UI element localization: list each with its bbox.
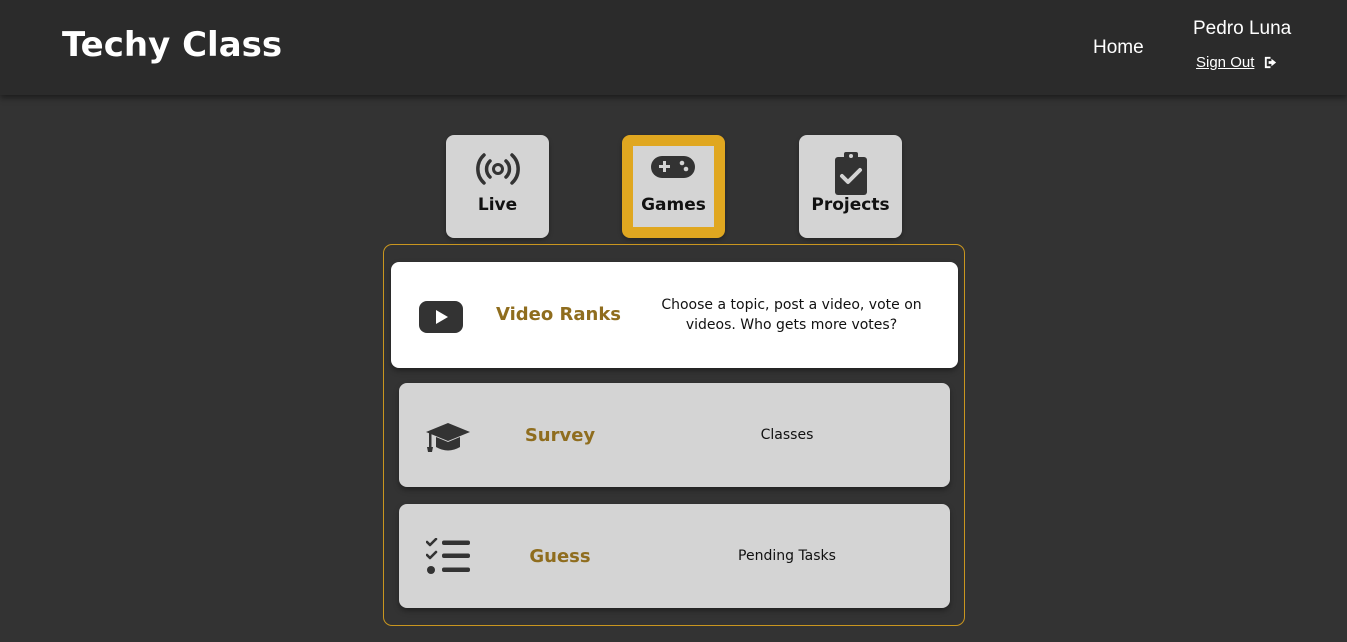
youtube-icon — [419, 301, 463, 333]
tab-games-label: Games — [641, 195, 706, 215]
game-card-video-ranks[interactable]: Video Ranks Choose a topic, post a video… — [391, 262, 958, 368]
gamepad-icon — [651, 156, 695, 178]
nav-home-link[interactable]: Home — [1093, 37, 1144, 59]
clipboard-check-icon — [835, 152, 867, 195]
game-card-survey[interactable]: Survey Classes — [399, 383, 950, 487]
game-card-guess[interactable]: Guess Pending Tasks — [399, 504, 950, 608]
game-description: Choose a topic, post a video, vote on vi… — [661, 297, 922, 333]
app-header: Techy Class Home Pedro Luna Sign Out — [0, 0, 1347, 95]
sign-out-label: Sign Out — [1196, 54, 1255, 71]
broadcast-icon — [476, 153, 520, 185]
app-logo[interactable]: Techy Class — [62, 25, 282, 65]
task-list-icon — [426, 538, 470, 574]
games-panel: Video Ranks Choose a topic, post a video… — [383, 244, 965, 626]
game-title: Survey — [524, 425, 596, 446]
graduation-cap-icon — [426, 423, 470, 452]
tab-live[interactable]: Live — [446, 135, 549, 238]
game-description: Classes — [760, 427, 814, 443]
user-name: Pedro Luna — [1193, 18, 1292, 39]
sign-out-icon — [1265, 56, 1277, 69]
game-description: Pending Tasks — [738, 548, 836, 564]
sign-out-link[interactable]: Sign Out — [1196, 54, 1278, 71]
tab-live-label: Live — [477, 195, 518, 215]
game-title: Guess — [529, 546, 591, 567]
tab-projects-label: Projects — [811, 195, 890, 215]
game-title: Video Ranks — [495, 304, 621, 325]
tab-projects[interactable]: Projects — [799, 135, 902, 238]
tab-games[interactable]: Games — [622, 135, 725, 238]
